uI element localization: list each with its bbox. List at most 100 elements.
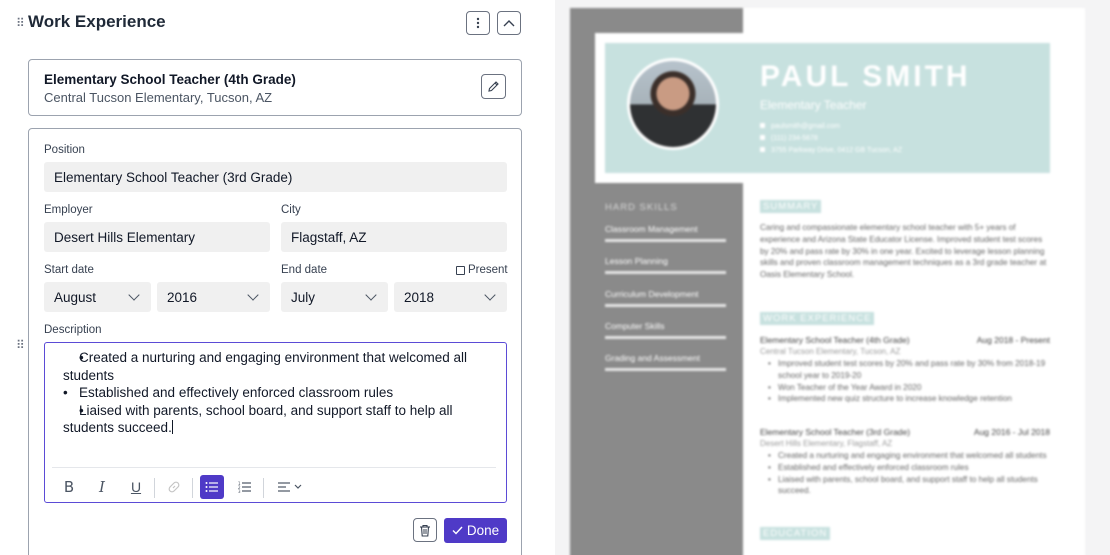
work-experience-editor: ⠿ Work Experience Elementary School Teac… — [0, 0, 540, 555]
done-button[interactable]: Done — [444, 518, 507, 543]
trash-icon — [420, 524, 430, 537]
resume-job-dates: Aug 2016 - Jul 2018 — [973, 427, 1050, 437]
link-icon — [168, 481, 180, 493]
resume-job-header: Elementary School Teacher (3rd Grade) Au… — [760, 427, 1050, 437]
entry-title: Elementary School Teacher (4th Grade) — [44, 72, 296, 87]
chevron-down-icon — [294, 484, 302, 489]
resume-job-title: Elementary School Teacher (3rd Grade) — [760, 427, 911, 437]
skill-bar — [605, 239, 726, 242]
toolbar-separator — [263, 478, 264, 498]
summary-text: Caring and compassionate elementary scho… — [760, 223, 1047, 280]
resume-email: paulsmith@gmail.com — [760, 123, 840, 130]
resume-role: Elementary Teacher — [760, 98, 867, 112]
collapsed-entry-card[interactable]: Elementary School Teacher (4th Grade) Ce… — [28, 59, 522, 116]
end-date-label: End date — [281, 264, 328, 276]
resume-phone: (111) 234-5678 — [760, 135, 818, 142]
hard-skills-title: HARD SKILLS — [605, 202, 678, 213]
start-date-label: Start date — [44, 264, 94, 276]
align-dropdown-button[interactable] — [271, 475, 309, 499]
skill-item: Computer Skills — [605, 321, 665, 331]
check-icon — [452, 526, 463, 535]
city-input[interactable]: Flagstaff, AZ — [281, 222, 507, 252]
resume-bullet: Created a nurturing and engaging environ… — [768, 450, 1048, 462]
resume-bullet: Established and effectively enforced cla… — [768, 462, 1048, 474]
toolbar-separator — [192, 478, 193, 498]
skill-item: Classroom Management — [605, 224, 698, 234]
skill-item: Curriculum Development — [605, 289, 699, 299]
start-month-select[interactable]: August — [44, 282, 151, 312]
section-collapse-button[interactable] — [497, 11, 521, 35]
description-bullet: Liaised with parents, school board, and … — [63, 402, 493, 437]
employer-label: Employer — [44, 204, 93, 216]
chevron-up-icon — [503, 20, 515, 27]
section-drag-handle-icon[interactable]: ⠿ — [16, 17, 25, 29]
expanded-entry-card: Position Elementary School Teacher (3rd … — [28, 128, 522, 555]
underline-icon: U — [130, 479, 142, 495]
description-bullet: Established and effectively enforced cla… — [63, 384, 493, 402]
start-month-value: August — [54, 289, 97, 305]
resume-job-bullets: Created a nurturing and engaging environ… — [768, 450, 1048, 497]
present-toggle[interactable]: Present — [456, 264, 508, 276]
avatar-photo — [630, 61, 716, 147]
resume-bullet: Implemented new quiz structure to increa… — [768, 393, 1048, 405]
skill-item: Lesson Planning — [605, 256, 668, 266]
resume-name: PAUL SMITH — [760, 60, 971, 93]
chevron-down-icon — [365, 288, 377, 301]
resume-job-dates: Aug 2018 - Present — [976, 335, 1050, 345]
bold-icon: B — [63, 478, 75, 496]
present-label: Present — [468, 264, 508, 276]
end-year-select[interactable]: 2018 — [394, 282, 507, 312]
text-caret — [171, 420, 173, 435]
resume-job-title: Elementary School Teacher (4th Grade) — [760, 335, 910, 345]
employer-input[interactable]: Desert Hills Elementary — [44, 222, 270, 252]
end-month-select[interactable]: July — [281, 282, 388, 312]
start-year-value: 2016 — [167, 289, 198, 305]
bullet-list-icon — [205, 482, 218, 492]
section-menu-button[interactable] — [466, 11, 490, 35]
underline-button[interactable]: U — [124, 475, 148, 499]
description-label: Description — [44, 324, 102, 336]
start-year-select[interactable]: 2016 — [157, 282, 270, 312]
entry-drag-handle-icon[interactable]: ⠿ — [16, 339, 25, 351]
summary-title: SUMMARY — [760, 200, 822, 213]
numbered-list-button[interactable]: 1 2 3 — [233, 475, 257, 499]
position-label: Position — [44, 144, 85, 156]
education-title: EDUCATION — [760, 527, 831, 540]
chevron-down-icon — [247, 288, 259, 301]
resume-bullet: Liaised with parents, school board, and … — [768, 474, 1048, 498]
pencil-icon — [488, 81, 499, 92]
position-input[interactable]: Elementary School Teacher (3rd Grade) — [44, 162, 507, 192]
section-title: Work Experience — [28, 12, 166, 31]
done-label: Done — [466, 523, 500, 538]
bullet-list-button[interactable] — [200, 475, 224, 499]
resume-document: PAUL SMITH Elementary Teacher paulsmith@… — [570, 8, 1085, 555]
align-left-icon — [278, 482, 290, 492]
resume-job-bullets: Improved student test scores by 20% and … — [768, 358, 1048, 405]
resume-bullet: Won Teacher of the Year Award in 2020 — [768, 382, 1048, 394]
resume-preview-panel: PAUL SMITH Elementary Teacher paulsmith@… — [555, 0, 1110, 555]
link-button[interactable] — [162, 475, 186, 499]
edit-entry-button[interactable] — [481, 74, 506, 99]
description-bullet-text: Liaised with parents, school board, and … — [63, 402, 453, 436]
skill-bar — [605, 368, 726, 371]
resume-job-header: Elementary School Teacher (4th Grade) Au… — [760, 335, 1050, 345]
vertical-dots-icon — [476, 17, 480, 29]
description-bullet: Created a nurturing and engaging environ… — [63, 349, 493, 384]
work-experience-title: WORK EXPERIENCE — [760, 312, 875, 325]
delete-entry-button[interactable] — [413, 518, 437, 542]
description-editor[interactable]: Created a nurturing and engaging environ… — [44, 342, 507, 503]
bold-button[interactable]: B — [57, 475, 81, 499]
numbered-list-icon: 1 2 3 — [238, 481, 251, 493]
skill-bar — [605, 271, 726, 274]
description-text[interactable]: Created a nurturing and engaging environ… — [63, 349, 493, 437]
skill-item: Grading and Assessment — [605, 353, 700, 363]
chevron-down-icon — [484, 288, 496, 301]
entry-subtitle: Central Tucson Elementary, Tucson, AZ — [44, 90, 273, 105]
end-year-value: 2018 — [404, 289, 435, 305]
italic-button[interactable]: I — [90, 475, 114, 499]
resume-address: 3755 Parkway Drive, 0412 GB Tucson, AZ — [760, 147, 902, 154]
present-checkbox[interactable] — [456, 265, 465, 275]
resume-bullet: Improved student test scores by 20% and … — [768, 358, 1048, 382]
skill-bar — [605, 336, 726, 339]
toolbar-separator — [154, 478, 155, 498]
